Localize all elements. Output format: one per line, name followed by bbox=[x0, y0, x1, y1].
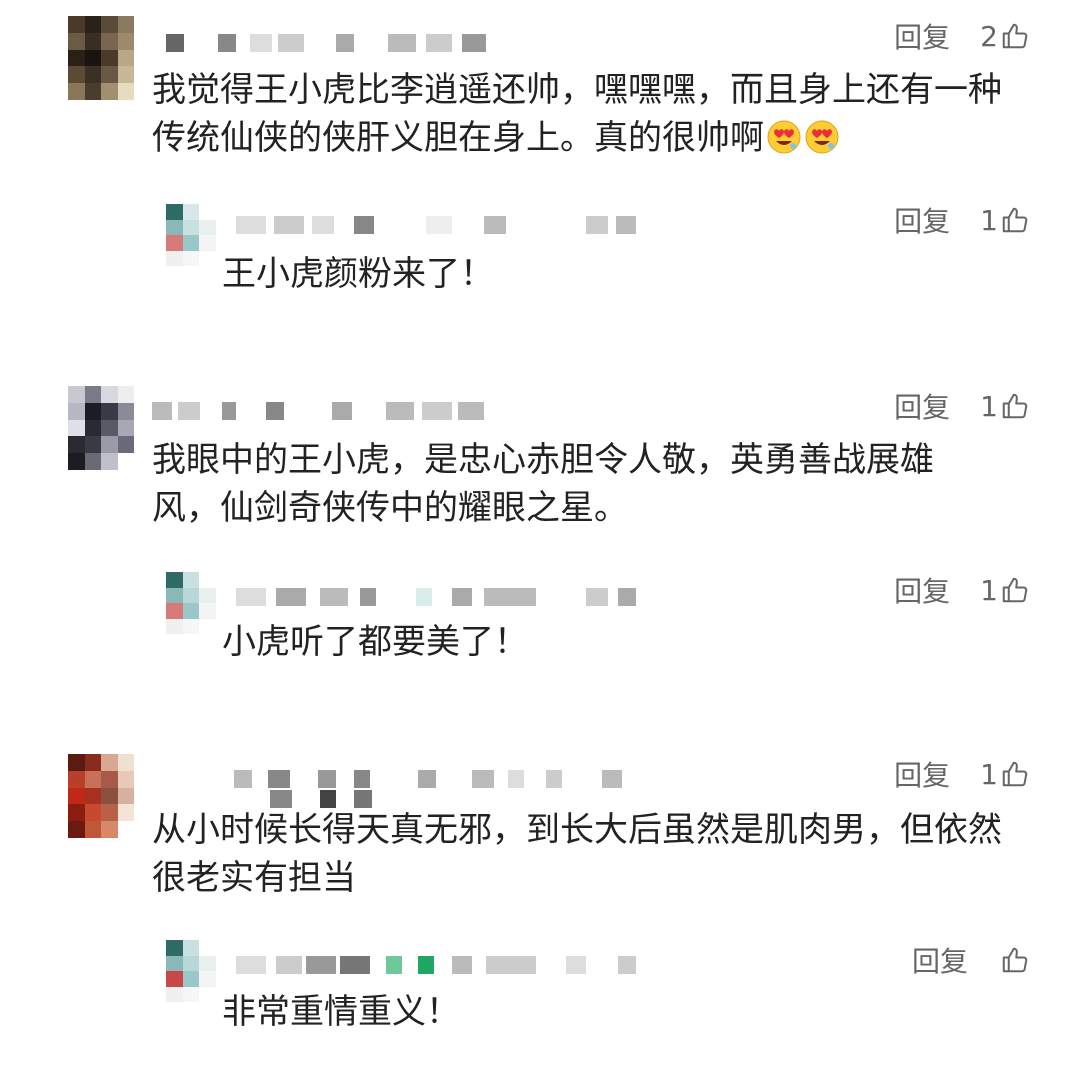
username-blurred[interactable] bbox=[152, 402, 492, 422]
avatar[interactable] bbox=[68, 16, 134, 100]
heart-eyes-emoji-icon bbox=[805, 120, 839, 154]
reply-button[interactable]: 回复 bbox=[894, 754, 950, 794]
comment-text: 我觉得王小虎比李逍遥还帅，嘿嘿嘿，而且身上还有一种传统仙侠的侠肝义胆在身上。真的… bbox=[152, 66, 1022, 162]
reply-button[interactable]: 回复 bbox=[894, 386, 950, 426]
avatar[interactable] bbox=[166, 204, 216, 266]
avatar[interactable] bbox=[68, 386, 134, 470]
like-count: 1 bbox=[980, 573, 998, 607]
reply-button[interactable]: 回复 bbox=[894, 16, 950, 56]
heart-eyes-emoji-icon bbox=[767, 120, 801, 154]
reply-text: 小虎听了都要美了！ bbox=[222, 622, 528, 662]
reply-button[interactable]: 回复 bbox=[894, 200, 950, 240]
avatar[interactable] bbox=[166, 572, 216, 634]
comment-text: 我眼中的王小虎，是忠心赤胆令人敬，英勇善战展雄风，仙剑奇侠传中的耀眼之星。 bbox=[152, 440, 934, 528]
like-count: 1 bbox=[980, 389, 998, 423]
username-blurred[interactable] bbox=[236, 956, 636, 976]
avatar[interactable] bbox=[166, 940, 216, 1002]
comment-text: 从小时候长得天真无邪，到长大后虽然是肌肉男，但依然很老实有担当 bbox=[152, 810, 1002, 898]
thumbs-up-icon[interactable] bbox=[1000, 945, 1030, 975]
reply-text: 王小虎颜粉来了！ bbox=[222, 254, 494, 294]
username-blurred[interactable] bbox=[166, 34, 496, 54]
username-blurred[interactable] bbox=[236, 588, 636, 608]
reply-actions: 回复 1 bbox=[894, 570, 1030, 610]
thumbs-up-icon[interactable] bbox=[1000, 205, 1030, 235]
like-count: 1 bbox=[980, 203, 998, 237]
comment-text-content: 我觉得王小虎比李逍遥还帅，嘿嘿嘿，而且身上还有一种传统仙侠的侠肝义胆在身上。真的… bbox=[152, 70, 1002, 158]
avatar[interactable] bbox=[68, 754, 134, 838]
comment-actions: 回复 2 bbox=[894, 16, 1030, 56]
comment-actions: 回复 1 bbox=[894, 386, 1030, 426]
username-blurred[interactable] bbox=[236, 216, 636, 236]
reply-button[interactable]: 回复 bbox=[912, 940, 968, 980]
thumbs-up-icon[interactable] bbox=[1000, 21, 1030, 51]
thumbs-up-icon[interactable] bbox=[1000, 575, 1030, 605]
reply-button[interactable]: 回复 bbox=[894, 570, 950, 610]
reply-actions: 回复 bbox=[912, 940, 1030, 980]
thumbs-up-icon[interactable] bbox=[1000, 391, 1030, 421]
thumbs-up-icon[interactable] bbox=[1000, 759, 1030, 789]
like-count: 1 bbox=[980, 757, 998, 791]
reply-actions: 回复 1 bbox=[894, 200, 1030, 240]
comment-actions: 回复 1 bbox=[894, 754, 1030, 794]
like-count: 2 bbox=[980, 19, 998, 53]
username-blurred[interactable] bbox=[234, 770, 624, 790]
reply-text: 非常重情重义！ bbox=[222, 992, 460, 1032]
